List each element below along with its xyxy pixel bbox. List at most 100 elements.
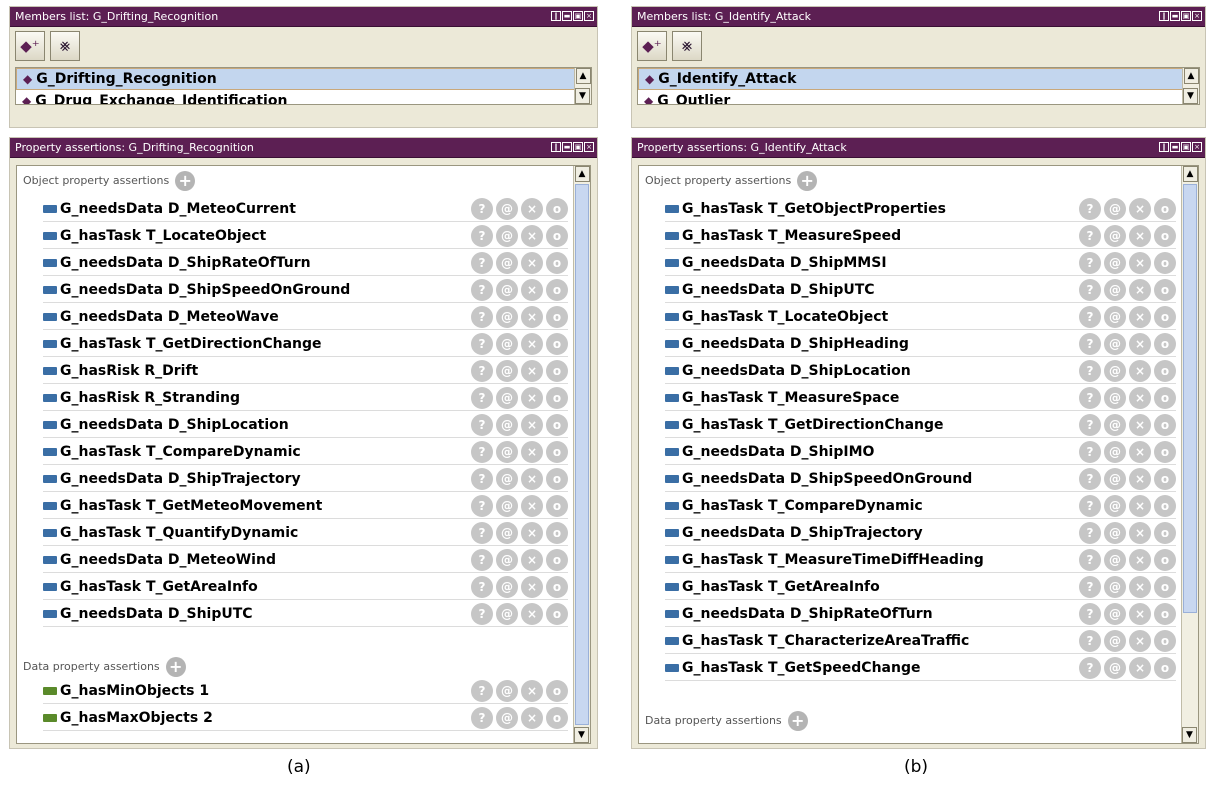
- members-scrollbar[interactable]: ▲ ▼: [1182, 68, 1199, 104]
- object-property-row[interactable]: G_needsData D_ShipUTC? @ × o: [43, 601, 568, 627]
- annotate-icon[interactable]: @: [496, 707, 518, 729]
- object-property-row[interactable]: G_needsData D_ShipLocation? @ × o: [665, 358, 1176, 384]
- explain-icon[interactable]: ?: [471, 707, 493, 729]
- explain-icon[interactable]: ?: [1079, 468, 1101, 490]
- edit-icon[interactable]: o: [546, 549, 568, 571]
- split-icon[interactable]: ‖: [1159, 142, 1169, 152]
- edit-icon[interactable]: o: [1154, 360, 1176, 382]
- delete-individual-button[interactable]: ⨳: [672, 31, 702, 61]
- explain-icon[interactable]: ?: [1079, 603, 1101, 625]
- split-icon[interactable]: ‖: [551, 11, 561, 21]
- assertions-scrollbar[interactable]: ▲ ▼: [573, 166, 590, 743]
- list-item[interactable]: ◆ G_Identify_Attack: [638, 68, 1199, 90]
- annotate-icon[interactable]: @: [496, 306, 518, 328]
- scroll-down-icon[interactable]: ▼: [1182, 727, 1197, 743]
- scroll-up-icon[interactable]: ▲: [575, 68, 591, 84]
- object-property-row[interactable]: G_hasTask T_LocateObject? @ × o: [665, 304, 1176, 330]
- annotate-icon[interactable]: @: [1104, 468, 1126, 490]
- maximize-icon[interactable]: ▣: [573, 11, 583, 21]
- object-property-row[interactable]: G_hasTask T_GetDirectionChange? @ × o: [43, 331, 568, 357]
- annotate-icon[interactable]: @: [496, 680, 518, 702]
- edit-icon[interactable]: o: [1154, 198, 1176, 220]
- explain-icon[interactable]: ?: [1079, 333, 1101, 355]
- float-icon[interactable]: ▬: [1170, 11, 1180, 21]
- float-icon[interactable]: ▬: [562, 142, 572, 152]
- edit-icon[interactable]: o: [546, 252, 568, 274]
- annotate-icon[interactable]: @: [1104, 603, 1126, 625]
- explain-icon[interactable]: ?: [471, 495, 493, 517]
- explain-icon[interactable]: ?: [471, 603, 493, 625]
- delete-icon[interactable]: ×: [1129, 387, 1151, 409]
- close-icon[interactable]: ×: [584, 11, 594, 21]
- edit-icon[interactable]: o: [1154, 603, 1176, 625]
- list-item[interactable]: ◆ G_Drug_Exchange_Identification: [16, 90, 591, 104]
- explain-icon[interactable]: ?: [1079, 522, 1101, 544]
- annotate-icon[interactable]: @: [1104, 657, 1126, 679]
- object-property-row[interactable]: G_hasTask T_CompareDynamic? @ × o: [665, 493, 1176, 519]
- annotate-icon[interactable]: @: [1104, 252, 1126, 274]
- annotate-icon[interactable]: @: [1104, 225, 1126, 247]
- edit-icon[interactable]: o: [546, 198, 568, 220]
- float-icon[interactable]: ▬: [1170, 142, 1180, 152]
- object-property-row[interactable]: G_needsData D_MeteoWind? @ × o: [43, 547, 568, 573]
- object-property-row[interactable]: G_needsData D_ShipSpeedOnGround? @ × o: [43, 277, 568, 303]
- object-property-row[interactable]: G_hasTask T_GetAreaInfo? @ × o: [43, 574, 568, 600]
- explain-icon[interactable]: ?: [1079, 414, 1101, 436]
- annotate-icon[interactable]: @: [496, 387, 518, 409]
- explain-icon[interactable]: ?: [1079, 252, 1101, 274]
- object-property-row[interactable]: G_hasRisk R_Drift? @ × o: [43, 358, 568, 384]
- split-icon[interactable]: ‖: [1159, 11, 1169, 21]
- delete-icon[interactable]: ×: [521, 333, 543, 355]
- edit-icon[interactable]: o: [1154, 252, 1176, 274]
- scroll-thumb[interactable]: [575, 184, 589, 725]
- delete-icon[interactable]: ×: [1129, 468, 1151, 490]
- object-property-row[interactable]: G_hasTask T_MeasureSpeed? @ × o: [665, 223, 1176, 249]
- add-individual-button[interactable]: ◆⁺: [15, 31, 45, 61]
- close-icon[interactable]: ×: [1192, 142, 1202, 152]
- object-property-row[interactable]: G_hasTask T_GetAreaInfo? @ × o: [665, 574, 1176, 600]
- explain-icon[interactable]: ?: [1079, 495, 1101, 517]
- members-list[interactable]: ◆ G_Identify_Attack ◆ G_Outlier ▲ ▼: [637, 67, 1200, 105]
- annotate-icon[interactable]: @: [496, 522, 518, 544]
- object-property-row[interactable]: G_needsData D_ShipRateOfTurn? @ × o: [43, 250, 568, 276]
- object-property-row[interactable]: G_hasTask T_MeasureSpace? @ × o: [665, 385, 1176, 411]
- delete-individual-button[interactable]: ⨳: [50, 31, 80, 61]
- delete-icon[interactable]: ×: [1129, 576, 1151, 598]
- explain-icon[interactable]: ?: [471, 468, 493, 490]
- scroll-down-icon[interactable]: ▼: [575, 88, 590, 104]
- explain-icon[interactable]: ?: [1079, 387, 1101, 409]
- annotate-icon[interactable]: @: [1104, 522, 1126, 544]
- explain-icon[interactable]: ?: [471, 387, 493, 409]
- explain-icon[interactable]: ?: [1079, 549, 1101, 571]
- edit-icon[interactable]: o: [1154, 630, 1176, 652]
- annotate-icon[interactable]: @: [1104, 333, 1126, 355]
- maximize-icon[interactable]: ▣: [1181, 142, 1191, 152]
- explain-icon[interactable]: ?: [471, 441, 493, 463]
- delete-icon[interactable]: ×: [1129, 522, 1151, 544]
- object-property-row[interactable]: G_hasTask T_QuantifyDynamic? @ × o: [43, 520, 568, 546]
- annotate-icon[interactable]: @: [496, 468, 518, 490]
- add-object-property-button[interactable]: +: [797, 171, 818, 191]
- delete-icon[interactable]: ×: [521, 360, 543, 382]
- explain-icon[interactable]: ?: [471, 225, 493, 247]
- delete-icon[interactable]: ×: [521, 414, 543, 436]
- add-object-property-button[interactable]: +: [175, 171, 196, 191]
- explain-icon[interactable]: ?: [471, 198, 493, 220]
- annotate-icon[interactable]: @: [1104, 360, 1126, 382]
- list-item[interactable]: ◆ G_Outlier: [638, 90, 1199, 104]
- object-property-row[interactable]: G_hasTask T_GetObjectProperties? @ × o: [665, 196, 1176, 222]
- edit-icon[interactable]: o: [546, 441, 568, 463]
- list-item[interactable]: ◆ G_Drifting_Recognition: [16, 68, 591, 90]
- delete-icon[interactable]: ×: [521, 549, 543, 571]
- delete-icon[interactable]: ×: [1129, 657, 1151, 679]
- explain-icon[interactable]: ?: [1079, 225, 1101, 247]
- annotate-icon[interactable]: @: [496, 576, 518, 598]
- delete-icon[interactable]: ×: [1129, 306, 1151, 328]
- add-data-property-button[interactable]: +: [165, 657, 186, 677]
- edit-icon[interactable]: o: [546, 225, 568, 247]
- delete-icon[interactable]: ×: [1129, 252, 1151, 274]
- explain-icon[interactable]: ?: [471, 576, 493, 598]
- object-property-row[interactable]: G_hasTask T_GetDirectionChange? @ × o: [665, 412, 1176, 438]
- edit-icon[interactable]: o: [546, 576, 568, 598]
- annotate-icon[interactable]: @: [496, 414, 518, 436]
